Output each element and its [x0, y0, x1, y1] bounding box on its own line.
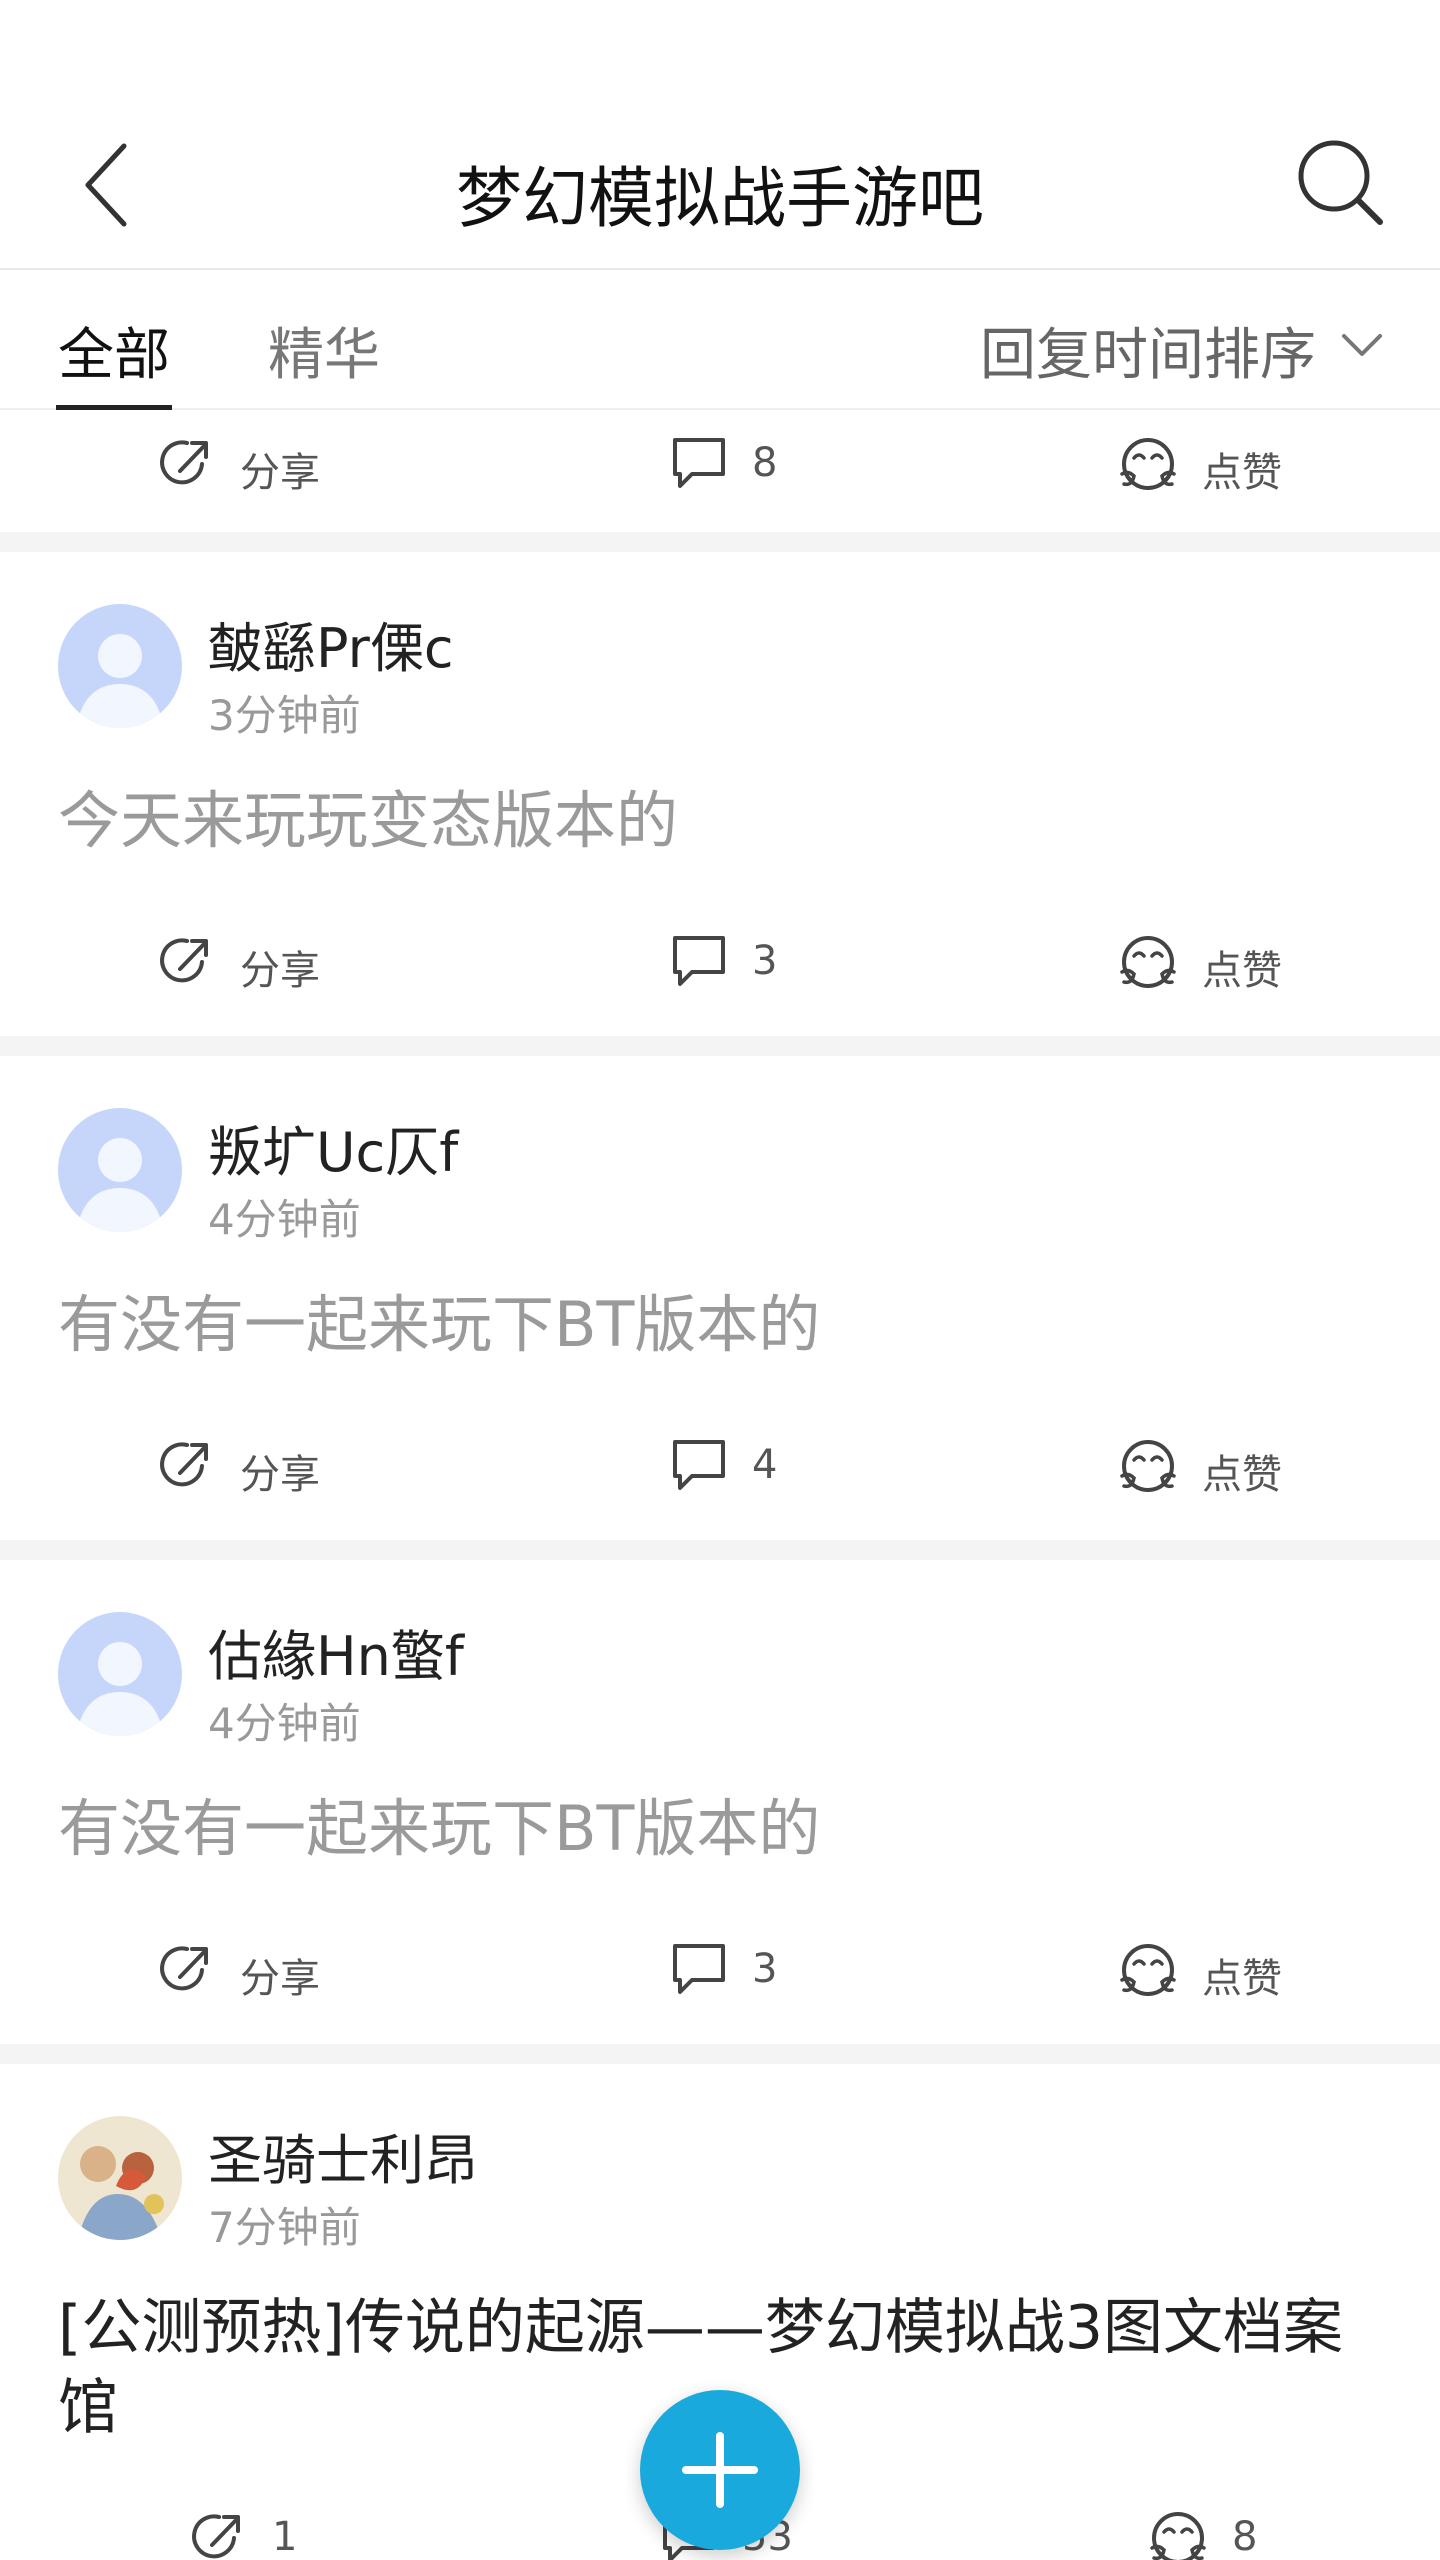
comment-button[interactable]: 3: [670, 928, 870, 998]
like-button[interactable]: 点赞: [1116, 1936, 1316, 2006]
username[interactable]: 皶繇Pr傈c: [208, 604, 454, 683]
post-time: 3分钟前: [208, 691, 361, 740]
comment-count: 8: [752, 440, 778, 486]
share-button[interactable]: 分享: [158, 1432, 358, 1502]
search-button[interactable]: [1296, 138, 1386, 228]
comment-count: 3: [752, 1946, 778, 1992]
share-icon: [192, 2514, 240, 2559]
username[interactable]: 叛圹Uc仄f: [208, 1108, 458, 1187]
avatar[interactable]: [58, 604, 182, 728]
share-label: 分享: [240, 948, 320, 994]
sort-dropdown[interactable]: 回复时间排序: [980, 310, 1316, 391]
default-avatar-icon: [58, 604, 182, 728]
like-button[interactable]: 点赞: [1116, 928, 1316, 998]
like-face-icon: [1120, 438, 1176, 490]
like-button[interactable]: 点赞: [1116, 1432, 1316, 1502]
comment-icon: [673, 1440, 725, 1490]
post-card-partial: 分享 8 点赞: [0, 410, 1440, 532]
share-icon: [160, 1442, 208, 1487]
share-button[interactable]: 分享: [158, 1936, 358, 2006]
like-button[interactable]: 8: [1146, 2504, 1346, 2560]
share-icon: [160, 938, 208, 983]
post-actions: 分享 8 点赞: [0, 430, 1440, 500]
post-card[interactable]: 皶繇Pr傈c 3分钟前 今天来玩玩变态版本的 分享 3 点赞: [0, 552, 1440, 1036]
top-bar: 梦幻模拟战手游吧: [0, 0, 1440, 270]
username[interactable]: 圣骑士利昂: [208, 2116, 478, 2195]
tab-all[interactable]: 全部: [58, 310, 170, 391]
like-label: 点赞: [1202, 1956, 1282, 2002]
like-face-icon: [1120, 936, 1176, 988]
post-content[interactable]: 今天来玩玩变态版本的: [58, 770, 678, 860]
comment-icon: [673, 438, 725, 488]
avatar[interactable]: [58, 2116, 182, 2240]
plus-icon: [682, 2432, 758, 2508]
post-card[interactable]: 叛圹Uc仄f 4分钟前 有没有一起来玩下BT版本的 分享 4 点赞: [0, 1056, 1440, 1540]
post-time: 4分钟前: [208, 1699, 361, 1748]
comment-icon: [673, 1944, 725, 1994]
post-actions: 分享 4 点赞: [0, 1432, 1440, 1502]
comment-button[interactable]: 4: [670, 1432, 870, 1502]
tab-elite[interactable]: 精华: [268, 310, 380, 391]
share-label: 分享: [240, 1452, 320, 1498]
post-feed[interactable]: 分享 8 点赞 皶繇Pr傈c 3分钟前 今天来玩玩变态版本的 分享 3 点赞 叛…: [0, 410, 1440, 2560]
share-button[interactable]: 分享: [158, 430, 358, 500]
like-label: 点赞: [1202, 450, 1282, 496]
post-time: 4分钟前: [208, 1195, 361, 1244]
post-actions: 分享 3 点赞: [0, 1936, 1440, 2006]
comment-icon: [673, 936, 725, 986]
share-label: 分享: [240, 450, 320, 496]
username[interactable]: 估緣Hn蟼f: [208, 1612, 464, 1691]
share-button[interactable]: 1: [190, 2504, 390, 2560]
comment-count: 4: [752, 1442, 778, 1488]
post-content[interactable]: 有没有一起来玩下BT版本的: [58, 1274, 820, 1364]
comment-button[interactable]: 3: [670, 1936, 870, 2006]
comment-button[interactable]: 8: [670, 430, 870, 500]
share-label: 分享: [240, 1956, 320, 2002]
page-title: 梦幻模拟战手游吧: [456, 160, 984, 237]
share-icon: [160, 440, 208, 485]
game-character-avatar-icon: [58, 2116, 182, 2240]
like-face-icon: [1120, 1440, 1176, 1492]
like-label: 点赞: [1202, 1452, 1282, 1498]
avatar[interactable]: [58, 1612, 182, 1736]
share-button[interactable]: 分享: [158, 928, 358, 998]
share-count: 1: [272, 2514, 298, 2560]
like-count: 8: [1232, 2514, 1258, 2560]
chevron-down-icon[interactable]: [1340, 332, 1384, 358]
post-actions: 分享 3 点赞: [0, 928, 1440, 998]
default-avatar-icon: [58, 1108, 182, 1232]
comment-count: 3: [752, 938, 778, 984]
new-post-button[interactable]: [640, 2390, 800, 2550]
like-face-icon: [1120, 1944, 1176, 1996]
post-card[interactable]: 估緣Hn蟼f 4分钟前 有没有一起来玩下BT版本的 分享 3 点赞: [0, 1560, 1440, 2044]
tab-bar: 全部 精华 回复时间排序: [0, 270, 1440, 410]
like-face-icon: [1150, 2512, 1206, 2560]
post-content[interactable]: 有没有一起来玩下BT版本的: [58, 1778, 820, 1868]
default-avatar-icon: [58, 1612, 182, 1736]
like-button[interactable]: 点赞: [1116, 430, 1316, 500]
search-icon: [1298, 140, 1383, 225]
post-time: 7分钟前: [208, 2203, 361, 2252]
share-icon: [160, 1946, 208, 1991]
like-label: 点赞: [1202, 948, 1282, 994]
avatar[interactable]: [58, 1108, 182, 1232]
